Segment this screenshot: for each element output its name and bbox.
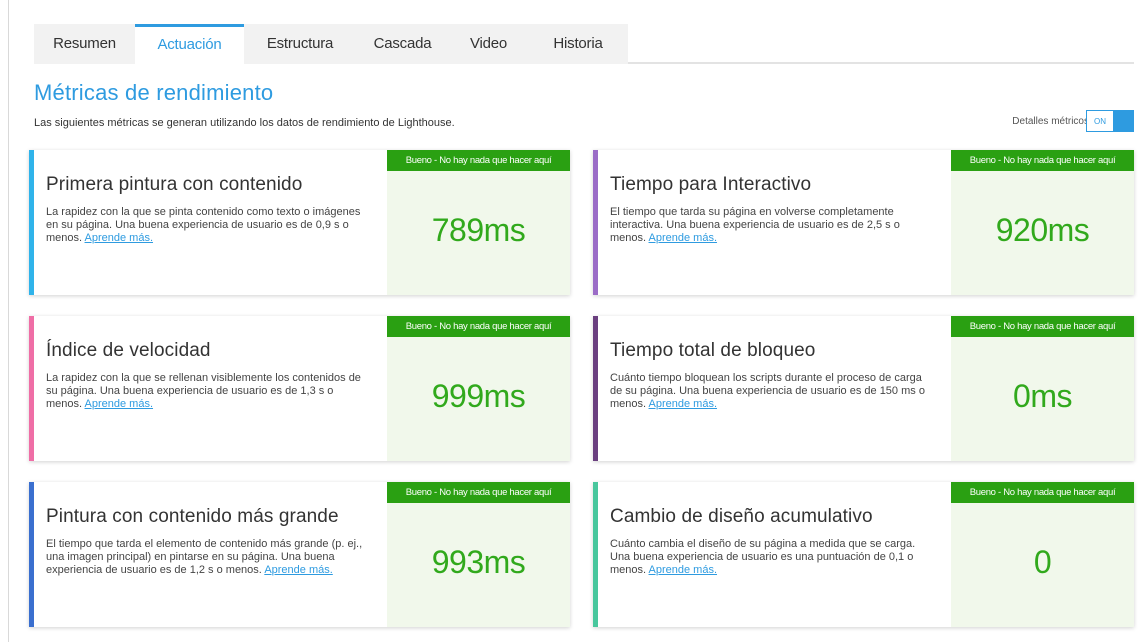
- metric-value: 789ms: [431, 212, 526, 248]
- metric-name: Primera pintura con contenido: [46, 174, 303, 195]
- toggle-label: Detalles métricos: [1012, 115, 1089, 127]
- tab-bar-container: Resumen Actuación Estructura Cascada Vid…: [34, 24, 1134, 64]
- status-badge: Bueno - No hay nada que hacer aquí: [951, 316, 1134, 337]
- metric-card-tbt: Tiempo total de bloqueo Cuánto tiempo bl…: [593, 316, 1134, 461]
- metric-card-fcp: Primera pintura con contenido La rapidez…: [29, 150, 570, 295]
- metric-name: Tiempo total de bloqueo: [610, 340, 816, 361]
- tab-estructura[interactable]: Estructura: [244, 24, 356, 64]
- metric-value: 999ms: [431, 378, 526, 414]
- metric-description: El tiempo que tarda el elemento de conte…: [46, 538, 366, 577]
- tab-video[interactable]: Video: [449, 24, 528, 64]
- metric-text: Cambio de diseño acumulativo Cuánto camb…: [610, 506, 930, 577]
- status-badge: Bueno - No hay nada que hacer aquí: [387, 316, 570, 337]
- metric-card-tti: Tiempo para Interactivo El tiempo que ta…: [593, 150, 1134, 295]
- toggle-knob: [1113, 111, 1133, 131]
- metric-text: Primera pintura con contenido La rapidez…: [46, 174, 366, 245]
- metric-description: El tiempo que tarda su página en volvers…: [610, 206, 930, 245]
- card-color-stripe: [593, 482, 598, 627]
- metric-description: Cuánto tiempo bloquean los scripts duran…: [610, 372, 930, 411]
- page-subtitle: Las siguientes métricas se generan utili…: [34, 117, 455, 129]
- metric-card-lcp: Pintura con contenido más grande El tiem…: [29, 482, 570, 627]
- status-badge: Bueno - No hay nada que hacer aquí: [387, 150, 570, 171]
- tab-bar: Resumen Actuación Estructura Cascada Vid…: [34, 24, 628, 64]
- metric-name: Tiempo para Interactivo: [610, 174, 812, 195]
- metric-details-toggle-group: Detalles métricos ON: [1012, 110, 1134, 132]
- learn-more-link[interactable]: Aprende más.: [649, 564, 717, 576]
- learn-more-link[interactable]: Aprende más.: [649, 232, 717, 244]
- learn-more-link[interactable]: Aprende más.: [85, 232, 153, 244]
- page-title: Métricas de rendimiento: [34, 80, 274, 105]
- card-color-stripe: [593, 316, 598, 461]
- metric-text: Índice de velocidad La rapidez con la qu…: [46, 340, 366, 411]
- metric-text: Pintura con contenido más grande El tiem…: [46, 506, 366, 577]
- status-badge: Bueno - No hay nada que hacer aquí: [951, 482, 1134, 503]
- metric-text: Tiempo para Interactivo El tiempo que ta…: [610, 174, 930, 245]
- metric-card-speed-index: Índice de velocidad La rapidez con la qu…: [29, 316, 570, 461]
- metric-description: Cuánto cambia el diseño de su página a m…: [610, 538, 930, 577]
- metric-card-cls: Cambio de diseño acumulativo Cuánto camb…: [593, 482, 1134, 627]
- metric-name: Cambio de diseño acumulativo: [610, 506, 873, 527]
- metric-name: Índice de velocidad: [46, 340, 211, 361]
- card-color-stripe: [29, 150, 34, 295]
- metric-details-toggle[interactable]: ON: [1086, 110, 1134, 132]
- learn-more-link[interactable]: Aprende más.: [649, 398, 717, 410]
- metric-name: Pintura con contenido más grande: [46, 506, 339, 527]
- tab-cascada[interactable]: Cascada: [356, 24, 449, 64]
- tab-resumen[interactable]: Resumen: [34, 24, 135, 64]
- tab-historia[interactable]: Historia: [528, 24, 628, 64]
- card-color-stripe: [29, 482, 34, 627]
- learn-more-link[interactable]: Aprende más.: [264, 564, 332, 576]
- metric-text: Tiempo total de bloqueo Cuánto tiempo bl…: [610, 340, 930, 411]
- card-color-stripe: [593, 150, 598, 295]
- metric-value: 0: [1033, 544, 1052, 580]
- metric-value: 920ms: [995, 212, 1090, 248]
- status-badge: Bueno - No hay nada que hacer aquí: [387, 482, 570, 503]
- tab-actuacion[interactable]: Actuación: [135, 24, 244, 64]
- page-left-border: [8, 0, 9, 642]
- learn-more-link[interactable]: Aprende más.: [85, 398, 153, 410]
- metric-value: 0ms: [1013, 378, 1072, 414]
- metric-value: 993ms: [431, 544, 526, 580]
- status-badge: Bueno - No hay nada que hacer aquí: [951, 150, 1134, 171]
- metric-description: La rapidez con la que se rellenan visibl…: [46, 372, 366, 411]
- metric-description: La rapidez con la que se pinta contenido…: [46, 206, 366, 245]
- card-color-stripe: [29, 316, 34, 461]
- toggle-state-text: ON: [1094, 116, 1106, 126]
